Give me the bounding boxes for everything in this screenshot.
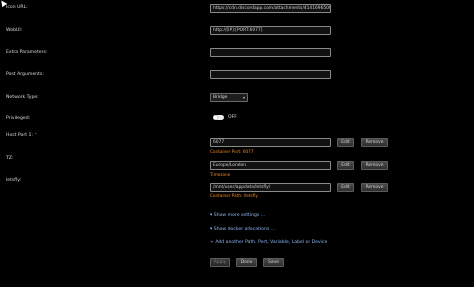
network-type-select[interactable]: Bridge ▾ xyxy=(210,93,248,102)
done-button[interactable]: Done xyxy=(236,258,257,267)
host-port-hint: Container Port: 6077 xyxy=(210,149,254,154)
icon-url-input[interactable]: https://cdn.discordapp.com/attachments/4… xyxy=(210,4,331,13)
letsfly-hint: Container Path: /letsfly xyxy=(210,193,258,198)
save-button[interactable]: Save xyxy=(263,258,284,267)
tz-label: TZ: xyxy=(6,156,14,161)
host-port-label: Host Port 1: * xyxy=(6,133,37,138)
host-port-edit-button[interactable]: Edit xyxy=(337,138,354,147)
apply-button[interactable]: Apply xyxy=(210,258,230,267)
chevron-down-icon: ▾ xyxy=(210,227,213,232)
toggle-knob xyxy=(213,115,218,120)
host-port-remove-button[interactable]: Remove xyxy=(361,138,388,147)
extra-parameters-input[interactable] xyxy=(210,48,331,57)
tz-edit-button[interactable]: Edit xyxy=(337,161,354,170)
tz-hint: Timezone xyxy=(210,172,231,177)
chevron-down-icon: ▾ xyxy=(242,95,245,100)
privileged-state: OFF xyxy=(228,115,237,120)
post-arguments-input[interactable] xyxy=(210,70,331,79)
plus-icon: + xyxy=(210,240,214,245)
letsfly-label: letsfly: xyxy=(6,178,22,183)
webui-label: WebUI: xyxy=(6,28,23,33)
network-type-label: Network Type: xyxy=(6,95,39,100)
icon-url-label: Icon URL: xyxy=(6,5,28,10)
tz-remove-button[interactable]: Remove xyxy=(361,161,388,170)
show-docker-allocations-link[interactable]: ▾ Show docker allocations ... xyxy=(210,227,275,232)
privileged-toggle[interactable] xyxy=(213,115,224,120)
network-type-value: Bridge xyxy=(213,95,228,100)
extra-parameters-label: Extra Parameters: xyxy=(6,50,48,55)
show-more-settings-link[interactable]: ▾ Show more settings ... xyxy=(210,213,265,218)
webui-input[interactable]: http://[IP]:[PORT:6077] xyxy=(210,26,331,35)
chevron-down-icon: ▾ xyxy=(210,213,213,218)
letsfly-edit-button[interactable]: Edit xyxy=(337,183,354,192)
tz-input[interactable]: Europe/London xyxy=(210,161,331,170)
add-another-link[interactable]: + Add another Path, Port, Variable, Labe… xyxy=(210,240,327,245)
privileged-label: Privileged: xyxy=(6,116,31,121)
required-mark: * xyxy=(34,133,37,138)
host-port-input[interactable]: 6077 xyxy=(210,138,331,147)
post-arguments-label: Post Arguments: xyxy=(6,72,44,77)
letsfly-remove-button[interactable]: Remove xyxy=(361,183,388,192)
letsfly-input[interactable]: /mnt/user/appdata/letsfly/ xyxy=(210,183,331,192)
